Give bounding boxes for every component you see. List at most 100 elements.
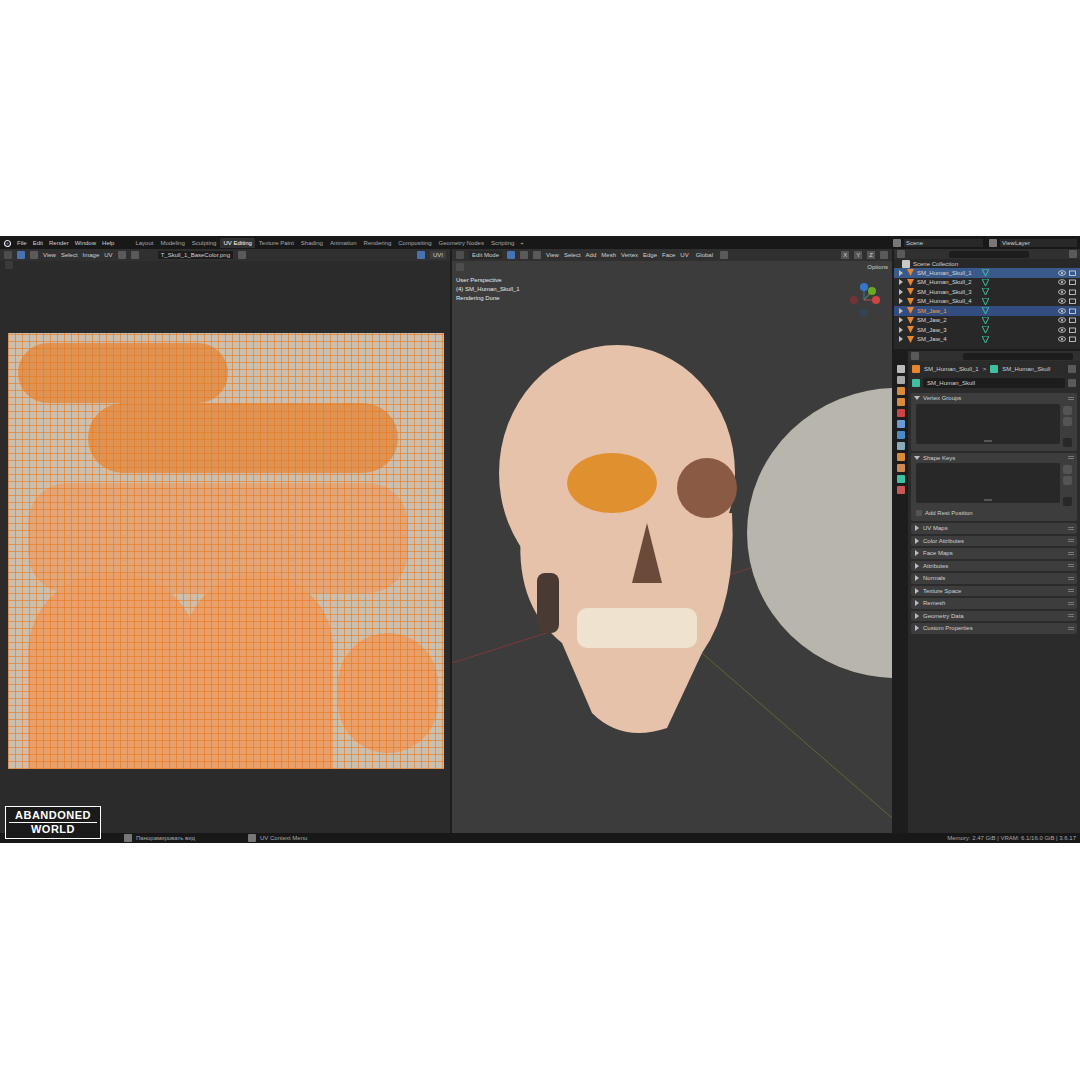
outliner-row[interactable]: SM_Jaw_2	[894, 316, 1080, 326]
drag-handle-icon[interactable]	[1068, 614, 1074, 617]
menu-item[interactable]: UV	[104, 252, 112, 258]
properties-tab-icon[interactable]	[897, 475, 905, 483]
mirror-axis-toggle[interactable]: X	[841, 251, 849, 259]
panel-header[interactable]: Custom Properties	[911, 623, 1077, 634]
expand-icon[interactable]	[898, 298, 904, 304]
remove-item-icon[interactable]	[1063, 417, 1072, 426]
add-workspace-button[interactable]: +	[518, 240, 526, 246]
uv-map-field[interactable]: UVI	[430, 251, 446, 259]
scene-icon[interactable]	[893, 239, 901, 247]
workspace-tab[interactable]: Shading	[298, 238, 326, 248]
menu-item[interactable]: Select	[564, 252, 581, 258]
visibility-eye-icon[interactable]	[1058, 327, 1066, 333]
panel-header[interactable]: Remesh	[911, 598, 1077, 609]
visibility-eye-icon[interactable]	[1058, 289, 1066, 295]
properties-tab-icon[interactable]	[897, 398, 905, 406]
add-item-icon[interactable]	[1063, 406, 1072, 415]
view-layer-icon[interactable]	[989, 239, 997, 247]
mesh-data-icon[interactable]	[990, 365, 998, 373]
panel-header[interactable]: Face Maps	[911, 548, 1077, 559]
outliner-row[interactable]: SM_Human_Skull_1	[894, 268, 1080, 278]
menu-item[interactable]: Help	[102, 240, 114, 246]
expand-icon[interactable]	[898, 336, 904, 342]
drag-handle-icon[interactable]	[1068, 456, 1074, 459]
remove-item-icon[interactable]	[1063, 476, 1072, 485]
editor-type-icon[interactable]	[4, 251, 12, 259]
expand-icon[interactable]	[898, 279, 904, 285]
vertex-select-icon[interactable]	[507, 251, 515, 259]
object-icon[interactable]	[912, 365, 920, 373]
workspace-tab[interactable]: Sculpting	[189, 238, 220, 248]
panel-header[interactable]: Texture Space	[911, 586, 1077, 597]
menu-item[interactable]: File	[17, 240, 27, 246]
options-dropdown[interactable]: Options	[867, 264, 888, 270]
pin-icon[interactable]	[1068, 365, 1076, 373]
expand-icon[interactable]	[898, 289, 904, 295]
menu-item[interactable]: Add	[586, 252, 597, 258]
render-camera-icon[interactable]	[1069, 270, 1076, 276]
outliner-row[interactable]: SM_Jaw_1	[894, 306, 1080, 316]
visibility-eye-icon[interactable]	[1058, 298, 1066, 304]
panel-header[interactable]: Vertex Groups	[911, 393, 1077, 404]
drag-handle-icon[interactable]	[1068, 564, 1074, 567]
workspace-tab[interactable]: Rendering	[361, 238, 395, 248]
list-box[interactable]	[916, 404, 1060, 444]
view-layer-field[interactable]: ViewLayer	[1000, 239, 1077, 247]
menu-item[interactable]: View	[43, 252, 56, 258]
navigation-gizmo-icon[interactable]	[844, 283, 884, 317]
shading-icon[interactable]	[880, 251, 888, 259]
workspace-tab[interactable]: Scripting	[488, 238, 517, 248]
mirror-axis-toggle[interactable]: Y	[854, 251, 862, 259]
editor-type-icon[interactable]	[456, 251, 464, 259]
list-menu-icon[interactable]	[1063, 497, 1072, 506]
outliner-row[interactable]: SM_Jaw_3	[894, 325, 1080, 335]
render-camera-icon[interactable]	[1069, 308, 1076, 314]
properties-tab-icon[interactable]	[897, 442, 905, 450]
workspace-tab[interactable]: Geometry Nodes	[436, 238, 487, 248]
properties-tab-icon[interactable]	[897, 420, 905, 428]
option-checkbox[interactable]: Add Rest Position	[916, 509, 1072, 517]
outliner-row[interactable]: SM_Human_Skull_3	[894, 287, 1080, 297]
select-mode-icon[interactable]	[30, 251, 38, 259]
panel-header[interactable]: Geometry Data	[911, 611, 1077, 622]
mouse-icon[interactable]	[248, 834, 256, 842]
drag-handle-icon[interactable]	[1068, 589, 1074, 592]
render-camera-icon[interactable]	[1069, 336, 1076, 342]
visibility-eye-icon[interactable]	[1058, 279, 1066, 285]
properties-tab-icon[interactable]	[897, 387, 905, 395]
workspace-tab[interactable]: Layout	[132, 238, 156, 248]
outliner-search[interactable]	[949, 251, 1029, 258]
menu-item[interactable]: Edit	[33, 240, 43, 246]
outliner-row[interactable]: SM_Jaw_4	[894, 335, 1080, 345]
menu-item[interactable]: Face	[662, 252, 675, 258]
tool-icon[interactable]	[5, 261, 13, 269]
menu-item[interactable]: Mesh	[601, 252, 616, 258]
drag-handle-icon[interactable]	[1068, 539, 1074, 542]
expand-icon[interactable]	[898, 327, 904, 333]
expand-icon[interactable]	[914, 600, 920, 606]
properties-tab-icon[interactable]	[897, 409, 905, 417]
panel-header[interactable]: UV Maps	[911, 523, 1077, 534]
menu-item[interactable]: UV	[680, 252, 688, 258]
expand-icon[interactable]	[898, 270, 904, 276]
editor-type-icon[interactable]	[897, 250, 905, 258]
tool-icon[interactable]	[456, 263, 464, 271]
fake-user-icon[interactable]	[1068, 379, 1076, 387]
list-menu-icon[interactable]	[1063, 438, 1072, 447]
properties-tab-icon[interactable]	[897, 486, 905, 494]
properties-tab-icon[interactable]	[897, 431, 905, 439]
properties-tab-icon[interactable]	[897, 453, 905, 461]
expand-icon[interactable]	[914, 538, 920, 544]
overlay-icon[interactable]	[417, 251, 425, 259]
scene-field[interactable]: Scene	[904, 239, 983, 247]
skull-model[interactable]	[452, 273, 892, 833]
visibility-eye-icon[interactable]	[1058, 308, 1066, 314]
snap-icon[interactable]	[720, 251, 728, 259]
menu-item[interactable]: Render	[49, 240, 69, 246]
render-camera-icon[interactable]	[1069, 327, 1076, 333]
uv-texture-image[interactable]	[8, 333, 444, 769]
expand-icon[interactable]	[914, 563, 920, 569]
menu-item[interactable]: View	[546, 252, 559, 258]
expand-icon[interactable]	[914, 550, 920, 556]
expand-icon[interactable]	[914, 613, 920, 619]
